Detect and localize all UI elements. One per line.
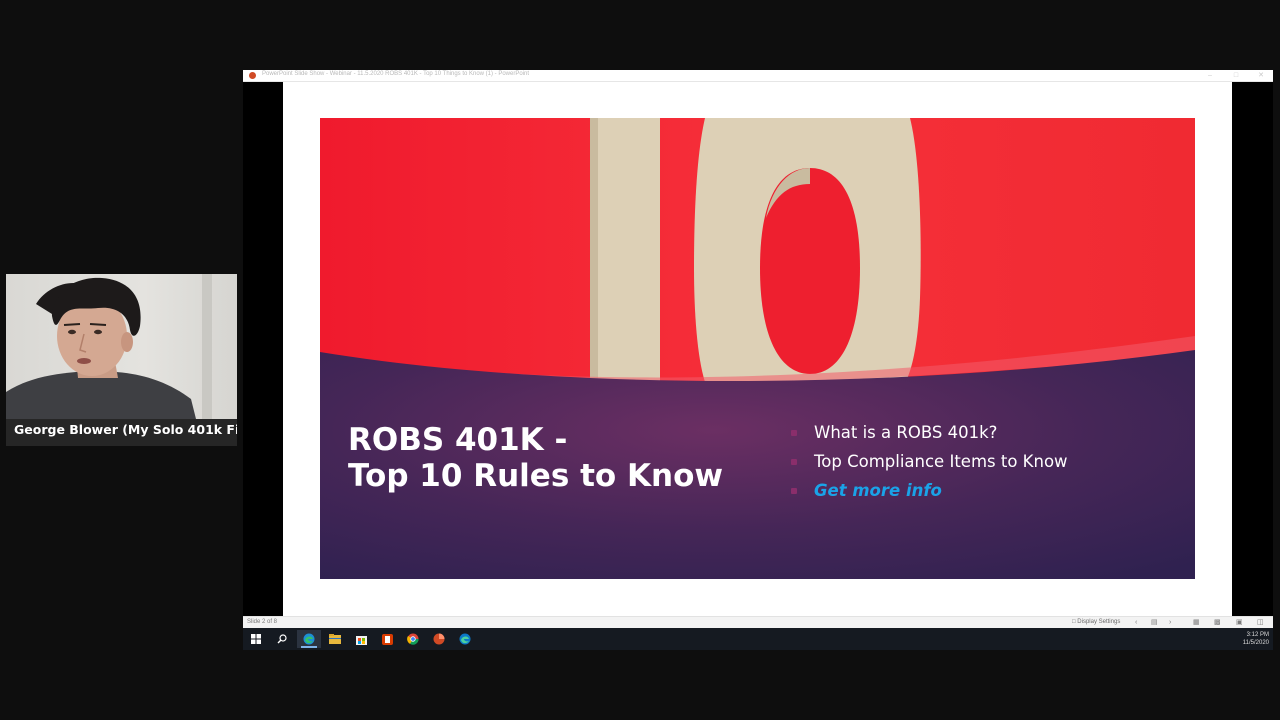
bullet-marker-icon xyxy=(791,488,797,494)
slide-title-line2: Top 10 Rules to Know xyxy=(348,458,724,494)
slide-menu-icon[interactable]: ▤ xyxy=(1151,619,1158,627)
slide-indicator: Slide 2 of 8 xyxy=(247,619,278,625)
file-explorer-icon[interactable] xyxy=(323,630,347,648)
monitor-icon: □ xyxy=(1072,619,1076,625)
powerpoint-icon[interactable] xyxy=(427,630,451,648)
reading-view-icon[interactable]: ▣ xyxy=(1236,619,1243,627)
minimize-icon[interactable]: – xyxy=(1199,70,1221,81)
bullet-marker-icon xyxy=(791,459,797,465)
office-icon[interactable] xyxy=(375,630,399,648)
next-slide-icon[interactable]: › xyxy=(1169,619,1171,627)
powerpoint-icon xyxy=(249,72,256,79)
slide-show-view-icon[interactable]: ◫ xyxy=(1257,619,1264,627)
slide-title-line1: ROBS 401K - xyxy=(348,422,568,458)
normal-view-icon[interactable]: ▦ xyxy=(1193,619,1200,627)
chrome-icon[interactable] xyxy=(401,630,425,648)
maximize-icon[interactable]: □ xyxy=(1225,70,1247,81)
store-icon[interactable] xyxy=(349,630,373,648)
windows-taskbar: 3:12 PM 11/5/2020 xyxy=(243,628,1273,650)
taskbar-time: 3:12 PM xyxy=(1246,632,1269,638)
display-settings-label: Display Settings xyxy=(1077,619,1121,625)
participant-video-image xyxy=(6,277,196,419)
number-ten-image xyxy=(320,118,1195,579)
close-icon[interactable]: ✕ xyxy=(1250,70,1272,81)
bullet-item-link[interactable]: Get more info xyxy=(790,479,1068,508)
previous-slide-icon[interactable]: ‹ xyxy=(1135,619,1137,627)
slide-sorter-icon[interactable]: ▩ xyxy=(1214,619,1221,627)
slide-show-area[interactable]: ROBS 401K - Top 10 Rules to Know What is… xyxy=(243,82,1273,616)
taskbar-date: 11/5/2020 xyxy=(1242,640,1269,646)
taskbar-clock[interactable]: 3:12 PM 11/5/2020 xyxy=(1243,631,1269,647)
window-title: PowerPoint Slide Show - Webinar - 11.5.2… xyxy=(262,71,530,77)
bullet-marker-icon xyxy=(791,430,797,436)
edge-icon[interactable] xyxy=(297,630,321,648)
slide[interactable]: ROBS 401K - Top 10 Rules to Know What is… xyxy=(283,82,1232,616)
display-settings-button[interactable]: □ Display Settings xyxy=(1072,619,1120,625)
slide-bullet-list: What is a ROBS 401k? Top Compliance Item… xyxy=(790,421,1068,508)
participant-video-tile[interactable]: George Blower (My Solo 401k Fin... xyxy=(6,274,237,446)
bullet-text: Top Compliance Items to Know xyxy=(814,452,1068,471)
bullet-item: Top Compliance Items to Know xyxy=(790,450,1068,479)
slide-hero-panel: ROBS 401K - Top 10 Rules to Know What is… xyxy=(320,118,1195,579)
search-icon[interactable] xyxy=(270,630,294,648)
bullet-item: What is a ROBS 401k? xyxy=(790,421,1068,450)
bullet-text: What is a ROBS 401k? xyxy=(814,423,998,442)
window-titlebar: PowerPoint Slide Show - Webinar - 11.5.2… xyxy=(243,70,1273,82)
get-more-info-link[interactable]: Get more info xyxy=(814,481,942,500)
shared-screen-window: PowerPoint Slide Show - Webinar - 11.5.2… xyxy=(243,70,1273,650)
windows-start-icon[interactable] xyxy=(244,630,268,648)
participant-name: George Blower (My Solo 401k Fin... xyxy=(14,422,237,437)
edge-icon[interactable] xyxy=(453,630,477,648)
slide-title: ROBS 401K - Top 10 Rules to Know xyxy=(348,422,723,494)
